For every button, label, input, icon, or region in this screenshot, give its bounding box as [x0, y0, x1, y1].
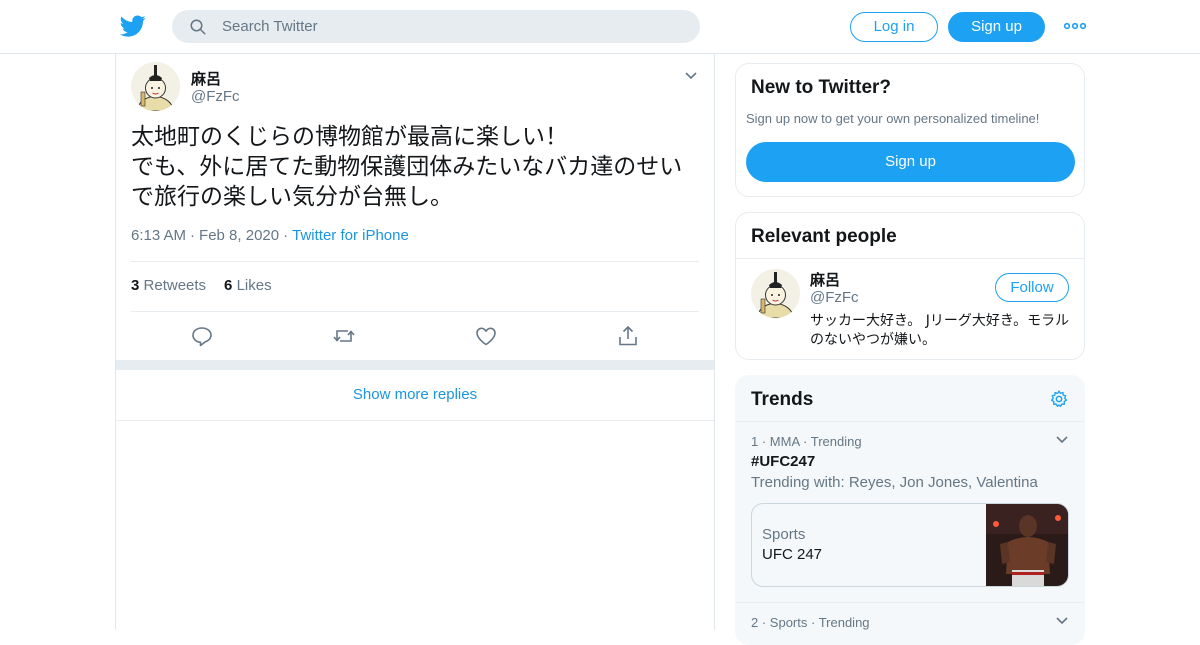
likes-label: Likes: [236, 277, 272, 294]
divider: [131, 311, 699, 312]
tweet-text: 太地町のくじらの博物館が最高に楽しい！ でも、外に居てた動物保護団体みたいなバカ…: [131, 124, 683, 210]
card-subtitle: Sign up now to get your own personalized…: [746, 111, 1040, 126]
avatar-illustration-icon: [131, 62, 180, 111]
divider: [736, 421, 1084, 422]
separator-dot: ·: [190, 227, 196, 244]
tweet-author-handle[interactable]: @FzFc: [191, 88, 240, 105]
share-icon[interactable]: [616, 324, 640, 348]
person-bio: サッカー大好き。 Jリーグ大好き。モラルのないやつが嫌い。: [810, 313, 1070, 348]
relevant-people-card: Relevant people 麻呂 @FzFc Follow サッカー大好き。…: [735, 212, 1085, 360]
trend-rank: 2: [751, 615, 759, 630]
section-separator: [116, 360, 714, 370]
sidebar-signup-button[interactable]: Sign up: [746, 142, 1075, 182]
card-title: Relevant people: [751, 226, 897, 247]
tweet-stats: 3 Retweets 6 Likes: [131, 277, 272, 294]
likes-stat[interactable]: 6 Likes: [224, 277, 272, 294]
event-category: Sports: [762, 526, 806, 543]
separator-dot: ·: [283, 227, 289, 244]
divider: [736, 258, 1084, 259]
more-options-icon[interactable]: [1064, 18, 1086, 34]
new-to-twitter-card: New to Twitter? Sign up now to get your …: [735, 63, 1085, 197]
gear-icon[interactable]: [1049, 389, 1069, 409]
login-button[interactable]: Log in: [850, 12, 938, 42]
trend-status: Trending: [810, 434, 862, 449]
avatar-illustration-icon: [751, 269, 800, 318]
trend-category: Sports: [769, 615, 808, 630]
event-thumbnail-image: [986, 504, 1068, 586]
chevron-down-icon[interactable]: [684, 70, 698, 82]
trend-meta: 2 · Sports · Trending: [751, 615, 870, 630]
card-title: Trends: [751, 389, 814, 410]
trend-hashtag[interactable]: #UFC247: [751, 453, 815, 470]
top-navigation-bar: Log in Sign up: [0, 0, 1200, 54]
tweet-metadata: 6:13 AM · Feb 8, 2020 · Twitter for iPhone: [131, 227, 409, 244]
trend-event-card[interactable]: Sports UFC 247: [751, 503, 1069, 587]
trend-status: Trending: [818, 615, 870, 630]
divider: [131, 261, 699, 262]
tweet-time[interactable]: 6:13 AM: [131, 227, 186, 244]
search-icon: [190, 19, 206, 35]
retweet-icon[interactable]: [332, 324, 356, 348]
avatar[interactable]: [751, 269, 800, 318]
trends-card: Trends 1 · MMA · Trending #UFC247 Trendi…: [735, 375, 1085, 645]
retweets-label: Retweets: [143, 277, 207, 294]
search-bar[interactable]: [172, 10, 700, 43]
tweet-source-link[interactable]: Twitter for iPhone: [292, 227, 409, 244]
retweets-count: 3: [131, 277, 140, 294]
trend-related: Trending with: Reyes, Jon Jones, Valenti…: [751, 474, 1038, 491]
chevron-down-icon[interactable]: [1055, 615, 1069, 627]
card-title: New to Twitter?: [751, 77, 892, 98]
person-name[interactable]: 麻呂: [810, 269, 840, 290]
tweet-author-name[interactable]: 麻呂: [191, 68, 221, 89]
show-more-replies-button[interactable]: Show more replies: [116, 370, 714, 421]
search-input[interactable]: [222, 10, 682, 43]
like-heart-icon[interactable]: [474, 324, 498, 348]
twitter-bird-logo-icon[interactable]: [120, 13, 146, 39]
event-title: UFC 247: [762, 546, 823, 563]
person-handle[interactable]: @FzFc: [810, 289, 859, 306]
trend-rank: 1: [751, 434, 759, 449]
signup-button[interactable]: Sign up: [948, 12, 1045, 42]
retweets-stat[interactable]: 3 Retweets: [131, 277, 206, 294]
tweet-column: 麻呂 @FzFc 太地町のくじらの博物館が最高に楽しい！ でも、外に居てた動物保…: [115, 54, 715, 630]
follow-button[interactable]: Follow: [995, 273, 1069, 302]
reply-icon[interactable]: [190, 324, 214, 348]
tweet-date[interactable]: Feb 8, 2020: [199, 227, 279, 244]
chevron-down-icon[interactable]: [1055, 434, 1069, 446]
avatar[interactable]: [131, 62, 180, 111]
likes-count: 6: [224, 277, 233, 294]
trend-category: MMA: [769, 434, 800, 449]
trend-meta: 1 · MMA · Trending: [751, 434, 862, 449]
divider: [736, 602, 1084, 603]
